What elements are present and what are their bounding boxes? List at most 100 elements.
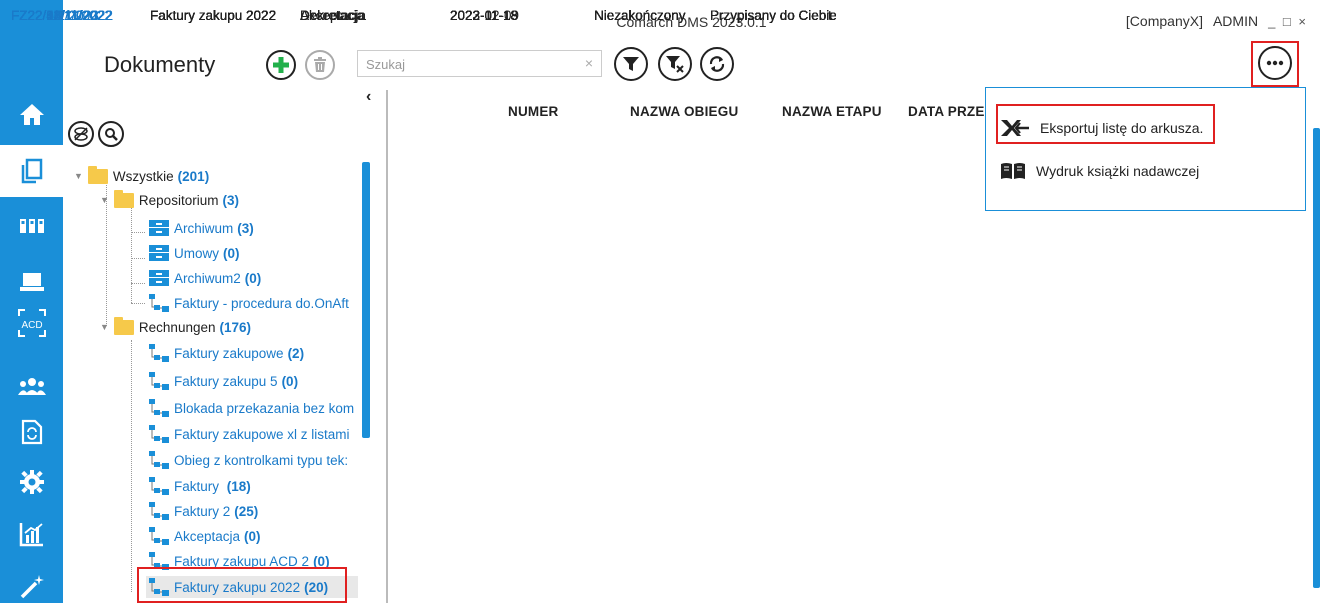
- expanded-icon[interactable]: ▼: [100, 195, 109, 205]
- tree-node-faktury-zakupowe[interactable]: Faktury zakupowe (2): [149, 343, 364, 363]
- sidebar-item-settings[interactable]: [0, 456, 63, 508]
- page-title: Dokumenty: [104, 52, 216, 77]
- print-dispatch-book-item[interactable]: Wydruk książki nadawczej: [1000, 162, 1199, 180]
- tree-node-count: (2): [287, 345, 305, 361]
- workflow-node-icon: [149, 502, 169, 520]
- tree-node-count: (0): [223, 245, 240, 261]
- home-icon: [19, 104, 44, 125]
- search-clear-icon[interactable]: ×: [585, 55, 593, 71]
- tree-node-count: (0): [244, 270, 262, 286]
- workflow-node-icon: [149, 425, 169, 443]
- workflow-icon: [19, 219, 44, 233]
- tree-node-umowy[interactable]: Umowy (0): [149, 243, 240, 263]
- document-sync-icon: [21, 419, 42, 445]
- tree-node-label: Archiwum2: [174, 270, 241, 286]
- collapse-panel-icon[interactable]: ‹: [366, 88, 371, 106]
- trash-icon: [314, 57, 326, 72]
- refresh-button[interactable]: [700, 47, 734, 81]
- tree-node-faktury[interactable]: Faktury (18): [149, 476, 251, 496]
- search-icon: [105, 128, 118, 141]
- archive-icon: [149, 245, 169, 261]
- tree-node-count: (3): [237, 220, 254, 236]
- cell-numer[interactable]: FZ22/8/11/2022: [11, 8, 141, 23]
- tree-line: [131, 283, 145, 284]
- tree-node-akceptacja[interactable]: Akceptacja (0): [149, 526, 261, 546]
- tree-node-faktury-zakupu-5[interactable]: Faktury zakupu 5 (0): [149, 371, 364, 391]
- workflow-node-icon: [149, 344, 169, 362]
- grid-scrollbar[interactable]: [1313, 128, 1320, 588]
- search-box: ×: [357, 50, 602, 77]
- tree-node-faktury-2[interactable]: Faktury 2 (25): [149, 501, 258, 521]
- tree-node-count: (18): [226, 478, 251, 494]
- tree-node-all[interactable]: ▼ Wszystkie (201): [74, 165, 210, 186]
- book-icon: [1001, 163, 1025, 179]
- refresh-icon: [709, 56, 725, 72]
- tree-node-archiwum2[interactable]: Archiwum2 (0): [149, 268, 261, 288]
- filter-button[interactable]: [614, 47, 648, 81]
- tree-node-count: (0): [244, 528, 261, 544]
- tree-search-button[interactable]: [98, 121, 124, 147]
- hide-filter-icon: [74, 127, 88, 141]
- sidebar-item-home[interactable]: [0, 88, 63, 140]
- tree-node-repositorium[interactable]: ▼ Repositorium (3): [100, 189, 239, 210]
- tree-line: [131, 303, 145, 304]
- column-header-nazwa-etapu[interactable]: NAZWA ETAPU: [782, 104, 882, 119]
- cell-nazwa-obiegu: Faktury zakupu 2022: [150, 8, 277, 23]
- hide-empty-button[interactable]: [68, 121, 94, 147]
- workflow-node-icon: [149, 477, 169, 495]
- tree-node-archiwum[interactable]: Archiwum (3): [149, 218, 254, 238]
- archive-icon: [149, 270, 169, 286]
- users-icon: [17, 378, 46, 395]
- sidebar-item-wizard[interactable]: [0, 560, 63, 612]
- column-header-numer[interactable]: NUMER: [508, 104, 559, 119]
- acd-icon: ACD: [17, 309, 46, 337]
- tree-node-rechnungen[interactable]: ▼ Rechnungen (176): [100, 316, 251, 337]
- search-input[interactable]: [364, 51, 578, 77]
- expanded-icon[interactable]: ▼: [74, 171, 83, 181]
- column-header-nazwa-obiegu[interactable]: NAZWA OBIEGU: [630, 104, 738, 119]
- column-header-data[interactable]: DATA PRZEI: [908, 104, 988, 119]
- gear-icon: [19, 470, 44, 494]
- add-button[interactable]: [266, 50, 296, 80]
- sidebar-item-workflow[interactable]: [0, 200, 63, 252]
- tree-node-label: Repositorium: [138, 192, 219, 208]
- tree-node-count: (201): [177, 168, 210, 184]
- window-controls[interactable]: _ □ ×: [1268, 14, 1308, 29]
- cell-nazwa-etapu: Dekretacja: [300, 8, 365, 23]
- panel-divider[interactable]: [386, 90, 388, 603]
- tree-node-label: Archiwum: [174, 220, 234, 236]
- highlight-selected-node: [137, 567, 347, 603]
- tree-node-label: Faktury zakupowe: [174, 345, 284, 361]
- clear-filter-button[interactable]: [658, 47, 692, 81]
- workflow-node-icon: [149, 372, 169, 390]
- computer-icon: [19, 273, 44, 291]
- delete-button[interactable]: [305, 50, 335, 80]
- tree-node-label: Wszystkie: [112, 168, 174, 184]
- workflow-node-icon: [149, 527, 169, 545]
- filter-icon: [623, 57, 639, 71]
- tree-node-label: Blokada przekazania bez kom: [174, 400, 355, 416]
- filter-clear-icon: [666, 56, 684, 73]
- print-label: Wydruk książki nadawczej: [1036, 163, 1200, 179]
- archive-icon: [149, 220, 169, 236]
- expanded-icon[interactable]: ▼: [100, 322, 109, 332]
- tree-node-faktury-zakupowe-xl[interactable]: Faktury zakupowe xl z listami: [149, 424, 359, 444]
- tree-node-label: Faktury 2: [174, 503, 231, 519]
- tree-node-blokada[interactable]: Blokada przekazania bez kom: [149, 398, 359, 418]
- sidebar-item-analytics[interactable]: [0, 508, 63, 560]
- tree-node-label: Akceptacja: [174, 528, 241, 544]
- cell-data: 2022-11-18: [450, 8, 519, 23]
- sidebar-item-document-sync[interactable]: [0, 406, 63, 458]
- sidebar-item-documents[interactable]: [0, 145, 63, 197]
- tree-node-obieg-z-kontrolkami[interactable]: Obieg z kontrolkami typu tek:: [149, 450, 359, 470]
- tree-node-label: Faktury: [174, 478, 223, 494]
- tree-node-count: (0): [281, 373, 299, 389]
- sidebar-item-users[interactable]: [0, 360, 63, 412]
- highlight-export-item: [996, 104, 1215, 144]
- sidebar-item-acd[interactable]: ACD: [0, 297, 63, 349]
- tree-node-faktury-procedura[interactable]: Faktury - procedura do.OnAft: [149, 293, 371, 313]
- workflow-node-icon: [149, 399, 169, 417]
- cell-status: Niezakończony: [594, 8, 686, 23]
- tree-node-count: (25): [234, 503, 259, 519]
- tree-line: [131, 232, 145, 233]
